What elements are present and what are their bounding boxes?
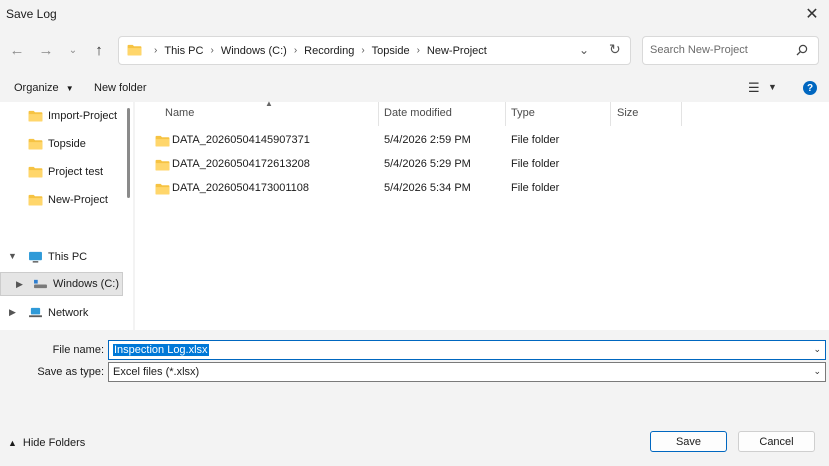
column-header-type[interactable]: Type: [511, 107, 535, 119]
chevron-down-icon[interactable]: ▼: [8, 251, 17, 261]
table-row[interactable]: DATA_20260504172613208 5/4/2026 5:29 PM …: [135, 153, 829, 177]
folder-icon: [155, 159, 170, 171]
save-type-label: Save as type:: [37, 366, 104, 378]
save-options-panel: File name: Inspection Log.xlsx ⌄ Save as…: [0, 330, 829, 466]
sort-ascending-icon: ▲: [265, 99, 273, 108]
nav-item-label: Windows (C:): [53, 278, 120, 290]
file-type: File folder: [511, 158, 560, 170]
hide-folders-label: Hide Folders: [22, 437, 86, 449]
search-placeholder: Search New-Project: [650, 44, 748, 56]
nav-item-this-pc[interactable]: ▼ This PC: [0, 245, 123, 269]
breadcrumb-separator-icon: ›: [293, 45, 298, 56]
file-type: File folder: [511, 182, 560, 194]
address-bar[interactable]: › This PC › Windows (C:) › Recording › T…: [118, 36, 631, 65]
nav-item-new-project[interactable]: New-Project: [0, 188, 123, 212]
column-divider[interactable]: [681, 102, 682, 126]
nav-item-network[interactable]: ▶ Network: [0, 301, 123, 325]
chevron-up-icon: ▲: [8, 438, 17, 448]
view-options-chevron-icon[interactable]: ▼: [768, 82, 777, 92]
breadcrumb-this-pc[interactable]: This PC: [164, 45, 203, 57]
column-divider[interactable]: [378, 102, 379, 126]
folder-icon: [28, 166, 43, 178]
table-row[interactable]: DATA_20260504145907371 5/4/2026 2:59 PM …: [135, 129, 829, 153]
navigation-pane: Import-Project Topside Project test New-…: [0, 102, 133, 330]
breadcrumb-topside[interactable]: Topside: [372, 45, 410, 57]
network-icon: [29, 307, 42, 318]
nav-item-import-project[interactable]: Import-Project: [0, 104, 123, 128]
chevron-right-icon[interactable]: ▶: [9, 307, 16, 318]
search-input[interactable]: Search New-Project: [642, 36, 819, 65]
up-arrow-icon[interactable]: ↑: [88, 39, 110, 61]
save-type-select[interactable]: Excel files (*.xlsx) ⌄: [108, 362, 826, 382]
back-arrow-icon[interactable]: ←: [6, 39, 28, 61]
monitor-icon: [29, 251, 42, 263]
nav-item-label: Project test: [48, 166, 104, 178]
navigation-bar: ← → ⌄ ↑ › This PC › Windows (C:) › Recor…: [0, 30, 829, 70]
column-header-date-modified[interactable]: Date modified: [384, 107, 452, 119]
forward-arrow-icon[interactable]: →: [35, 39, 57, 61]
organize-label: Organize: [14, 82, 59, 94]
chevron-down-icon[interactable]: ⌄: [813, 366, 821, 377]
refresh-icon[interactable]: ↻: [609, 41, 621, 58]
nav-item-windows-c[interactable]: ▶ Windows (C:): [0, 272, 123, 296]
breadcrumb-separator-icon: ›: [416, 45, 420, 56]
column-divider[interactable]: [505, 102, 506, 126]
nav-item-label: This PC: [48, 251, 88, 263]
cancel-button[interactable]: Cancel: [738, 431, 815, 452]
folder-icon: [155, 135, 170, 147]
command-bar: Organize ▼ New folder ☰ ▼ ?: [0, 74, 829, 102]
breadcrumb-separator-icon: ›: [154, 45, 158, 56]
breadcrumb-new-project[interactable]: New-Project: [427, 45, 487, 57]
nav-item-label: New-Project: [48, 194, 108, 206]
save-button[interactable]: Save: [650, 431, 727, 452]
folder-icon: [28, 194, 43, 206]
breadcrumb: › This PC › Windows (C:) › Recording › T…: [147, 37, 487, 64]
window-title: Save Log: [6, 7, 57, 21]
breadcrumb-separator-icon: ›: [361, 45, 365, 56]
nav-item-label: Import-Project: [48, 110, 118, 122]
folder-icon: [28, 110, 43, 122]
nav-item-topside[interactable]: Topside: [0, 132, 123, 156]
title-bar: Save Log ✕: [0, 0, 829, 28]
file-date: 5/4/2026 5:29 PM: [384, 158, 471, 170]
nav-item-project-test[interactable]: Project test: [0, 160, 123, 184]
file-type: File folder: [511, 134, 560, 146]
column-divider[interactable]: [610, 102, 611, 126]
new-folder-button[interactable]: New folder: [94, 82, 147, 94]
chevron-right-icon[interactable]: ▶: [16, 279, 23, 290]
recent-locations-chevron-icon[interactable]: ⌄: [62, 39, 84, 61]
search-icon[interactable]: [796, 44, 808, 56]
address-history-chevron-icon[interactable]: ⌄: [579, 43, 589, 57]
chevron-down-icon[interactable]: ⌄: [813, 344, 821, 355]
file-list: ▲ Name Date modified Type Size DATA_2026…: [135, 99, 829, 330]
help-icon[interactable]: ?: [803, 81, 817, 95]
file-name: DATA_20260504172613208: [172, 158, 310, 170]
close-icon[interactable]: ✕: [795, 0, 829, 28]
file-name-field[interactable]: Inspection Log.xlsx ⌄: [108, 340, 826, 360]
breadcrumb-windows-c[interactable]: Windows (C:): [221, 45, 287, 57]
file-date: 5/4/2026 5:34 PM: [384, 182, 471, 194]
file-name: DATA_20260504145907371: [172, 134, 310, 146]
folder-icon: [155, 183, 170, 195]
organize-button[interactable]: Organize ▼: [14, 82, 74, 94]
nav-item-label: Topside: [48, 138, 86, 150]
hide-folders-button[interactable]: ▲ Hide Folders: [8, 437, 85, 449]
table-row[interactable]: DATA_20260504173001108 5/4/2026 5:34 PM …: [135, 177, 829, 201]
nav-item-label: Network: [48, 307, 89, 319]
chevron-down-icon: ▼: [65, 84, 74, 93]
view-list-icon[interactable]: ☰: [748, 80, 760, 96]
drive-icon: [34, 279, 47, 289]
column-header-name[interactable]: Name: [165, 107, 194, 119]
breadcrumb-recording[interactable]: Recording: [304, 45, 354, 57]
breadcrumb-separator-icon: ›: [210, 45, 214, 56]
file-date: 5/4/2026 2:59 PM: [384, 134, 471, 146]
file-name-label: File name:: [52, 344, 104, 356]
folder-icon: [28, 138, 43, 150]
folder-icon: [127, 44, 142, 56]
nav-pane-scrollbar[interactable]: [127, 108, 130, 198]
column-header-size[interactable]: Size: [617, 107, 638, 119]
file-name: DATA_20260504173001108: [172, 182, 310, 194]
save-type-value: Excel files (*.xlsx): [113, 366, 200, 378]
file-name-value: Inspection Log.xlsx: [113, 344, 209, 356]
